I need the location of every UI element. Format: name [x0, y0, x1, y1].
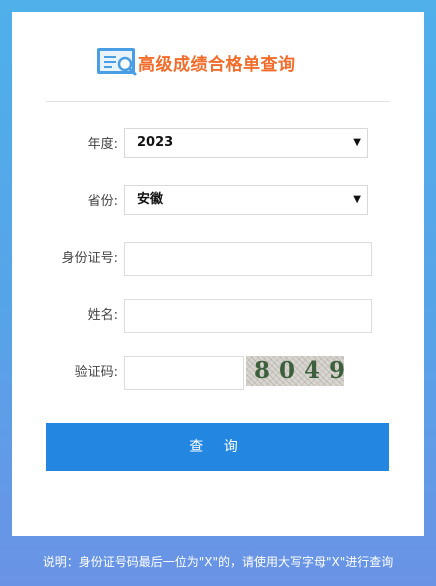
province-select[interactable]: 安徽 ▼ [124, 185, 368, 215]
id-number-input[interactable] [124, 242, 372, 276]
name-label: 姓名: [87, 308, 118, 323]
captcha-image[interactable]: 8049 [246, 356, 344, 386]
header: 高级成绩合格单查询 [12, 12, 424, 102]
year-label: 年度: [87, 137, 118, 152]
name-row: 姓名: [12, 299, 424, 333]
year-row: 年度: 2023 ▼ [12, 128, 424, 162]
province-label: 省份: [87, 194, 118, 209]
year-select[interactable]: 2023 ▼ [124, 128, 368, 158]
name-input[interactable] [124, 299, 372, 333]
province-row: 省份: 安徽 ▼ [12, 185, 424, 219]
chevron-down-icon: ▼ [353, 137, 361, 148]
id-number-row: 身份证号: [12, 242, 424, 276]
id-number-label: 身份证号: [61, 251, 118, 266]
submit-button[interactable]: 查 询 [46, 423, 389, 471]
captcha-label: 验证码: [74, 365, 118, 380]
captcha-input[interactable] [124, 356, 244, 390]
captcha-text: 8049 [254, 357, 344, 384]
footer-note: 说明：身份证号码最后一位为"X"的，请使用大写字母"X"进行查询 [42, 555, 394, 569]
chevron-down-icon: ▼ [353, 194, 361, 205]
page-title: 高级成绩合格单查询 [138, 55, 296, 75]
document-search-icon [97, 48, 137, 76]
query-card: 高级成绩合格单查询 年度: 2023 ▼ 省份: 安徽 ▼ 身份证号: 姓名: … [12, 12, 424, 536]
header-divider [46, 101, 390, 102]
province-value: 安徽 [137, 192, 164, 207]
captcha-row: 验证码: 8049 [12, 356, 424, 390]
year-value: 2023 [137, 135, 174, 150]
